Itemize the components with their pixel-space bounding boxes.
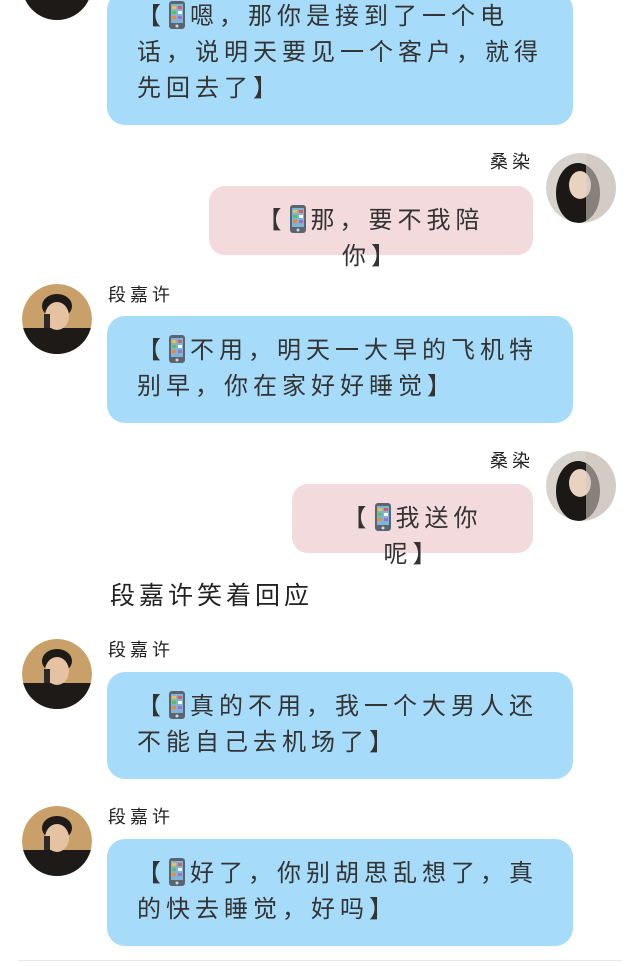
message-text: 嗯，那你是接到了一个电话，说明天要见一个客户，就得先回去了 <box>137 2 543 102</box>
bracket-close: 】 <box>371 242 400 270</box>
mobile-phone-icon <box>168 334 186 364</box>
message-text: 不用，明天一大早的飞机特别早，你在家好好睡觉 <box>137 336 538 400</box>
bracket-open: 【 <box>137 859 166 887</box>
bracket-open: 【 <box>257 206 287 234</box>
bracket-close: 】 <box>427 372 456 400</box>
message-text: 真的不用，我一个大男人还不能自己去机场了 <box>137 692 538 756</box>
message-bubble[interactable]: 【不用，明天一大早的飞机特别早，你在家好好睡觉】 <box>107 316 573 423</box>
avatar-sang-ran[interactable] <box>546 451 616 521</box>
bracket-open: 【 <box>137 2 166 30</box>
mobile-phone-icon <box>168 690 186 720</box>
speaker-name: 桑染 <box>490 451 534 472</box>
message-bubble[interactable]: 【那，要不我陪你】 <box>209 186 533 270</box>
bracket-open: 【 <box>137 692 166 720</box>
mobile-phone-icon <box>374 502 392 532</box>
bracket-close: 】 <box>253 74 282 102</box>
speaker-name: 桑染 <box>490 152 534 173</box>
message-bubble[interactable]: 【嗯，那你是接到了一个电话，说明天要见一个客户，就得先回去了】 <box>107 0 573 125</box>
bracket-close: 】 <box>412 540 442 568</box>
bracket-open: 【 <box>342 504 372 532</box>
avatar-duan-jiaxu[interactable] <box>22 806 92 876</box>
message-bubble[interactable]: 【我送你呢】 <box>292 484 533 568</box>
avatar-duan-jiaxu[interactable] <box>22 639 92 709</box>
avatar-sang-ran[interactable] <box>546 153 616 223</box>
bracket-close: 】 <box>369 895 398 923</box>
divider <box>18 960 622 961</box>
bracket-open: 【 <box>137 336 166 364</box>
mobile-phone-icon <box>168 0 186 30</box>
bracket-close: 】 <box>369 728 398 756</box>
speaker-name: 段嘉许 <box>108 285 174 306</box>
narration-text: 段嘉许笑着回应 <box>110 581 314 610</box>
speaker-name: 段嘉许 <box>108 640 174 661</box>
mobile-phone-icon <box>168 857 186 887</box>
message-bubble[interactable]: 【好了，你别胡思乱想了，真的快去睡觉，好吗】 <box>107 839 573 946</box>
speaker-name: 段嘉许 <box>108 807 174 828</box>
avatar-duan-jiaxu[interactable] <box>22 284 92 354</box>
mobile-phone-icon <box>289 204 307 234</box>
avatar-duan-jiaxu[interactable] <box>22 0 92 20</box>
message-text: 好了，你别胡思乱想了，真的快去睡觉，好吗 <box>137 859 538 923</box>
message-bubble[interactable]: 【真的不用，我一个大男人还不能自己去机场了】 <box>107 672 573 779</box>
